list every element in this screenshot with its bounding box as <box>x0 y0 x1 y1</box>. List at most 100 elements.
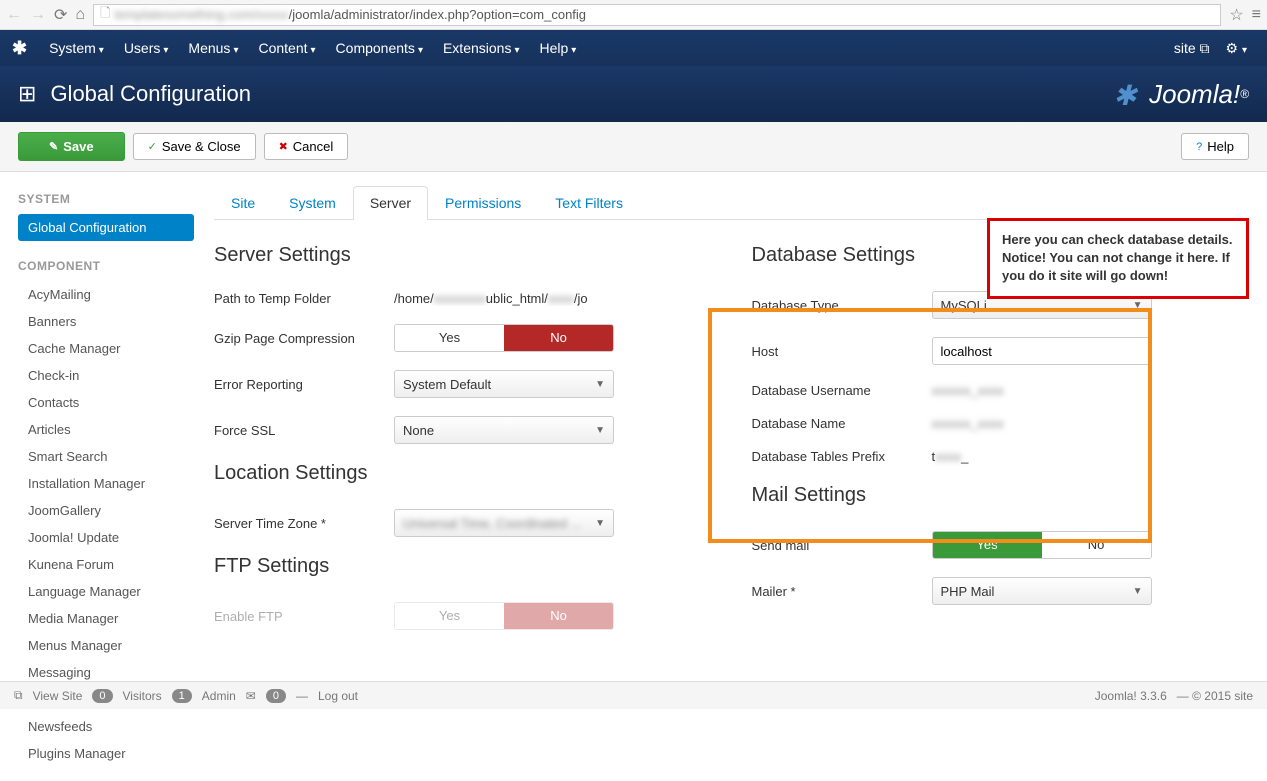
mail-icon[interactable]: ✉ <box>246 689 256 703</box>
sidebar-item[interactable]: Contacts <box>18 389 194 416</box>
status-bar: ⧉ View Site 0 Visitors 1 Admin ✉ 0 — Log… <box>0 681 1267 709</box>
page-header: ⊞ Global Configuration Joomla!® <box>0 66 1267 122</box>
sidebar-item[interactable]: Smart Search <box>18 443 194 470</box>
site-link[interactable]: site ⧉ <box>1166 40 1218 57</box>
config-tabs: Site System Server Permissions Text Filt… <box>214 186 1249 220</box>
check-icon: ✎ <box>49 140 58 153</box>
select-timezone[interactable]: Universal Time, Coordinated ...▼ <box>394 509 614 537</box>
menu-help[interactable]: Help▾ <box>529 40 586 56</box>
sidebar: SYSTEM Global Configuration COMPONENT Ac… <box>18 186 194 767</box>
help-button[interactable]: ?Help <box>1181 133 1249 160</box>
input-db-user[interactable]: xxxxxx_xxxx <box>932 383 1152 398</box>
sidebar-item[interactable]: Joomla! Update <box>18 524 194 551</box>
menu-icon[interactable]: ≡ <box>1252 6 1261 24</box>
menu-extensions[interactable]: Extensions▾ <box>433 40 530 56</box>
logout-link[interactable]: Log out <box>318 689 358 703</box>
toggle-yes[interactable]: Yes <box>933 532 1042 558</box>
left-column: Server Settings Path to Temp Folder /hom… <box>214 238 712 648</box>
reload-icon[interactable]: ⟳ <box>54 5 67 25</box>
input-db-host[interactable] <box>932 337 1152 365</box>
right-column: Database Settings Database Type MySQLi▼ … <box>752 238 1250 648</box>
url-bar[interactable]: 🗋 templatesomething.com/xxxxx /joomla/ad… <box>93 4 1221 26</box>
select-error-reporting[interactable]: System Default▼ <box>394 370 614 398</box>
label-db-prefix: Database Tables Prefix <box>752 449 932 464</box>
menu-content[interactable]: Content▾ <box>248 40 325 56</box>
label-db-host: Host <box>752 344 932 359</box>
chevron-down-icon: ▼ <box>1133 300 1143 311</box>
label-force-ssl: Force SSL <box>214 423 394 438</box>
toggle-yes[interactable]: Yes <box>395 603 504 629</box>
sidebar-item[interactable]: Banners <box>18 308 194 335</box>
toggle-no[interactable]: No <box>1042 532 1151 558</box>
view-site-link[interactable]: View Site <box>33 689 83 703</box>
sidebar-item[interactable]: Articles <box>18 416 194 443</box>
content-area: Site System Server Permissions Text Filt… <box>214 186 1249 767</box>
toggle-no[interactable]: No <box>504 325 613 351</box>
annotation-red-box: Here you can check database details. Not… <box>987 218 1249 299</box>
label-gzip: Gzip Page Compression <box>214 331 394 346</box>
heading-server-settings: Server Settings <box>214 244 712 267</box>
toggle-gzip[interactable]: Yes No <box>394 324 614 352</box>
back-icon[interactable]: ← <box>6 6 22 24</box>
label-send-mail: Send mail <box>752 538 932 553</box>
joomla-icon[interactable]: ✱ <box>12 38 27 59</box>
toggle-ftp[interactable]: Yes No <box>394 602 614 630</box>
menu-components[interactable]: Components▾ <box>326 40 433 56</box>
chevron-down-icon: ▼ <box>595 425 605 436</box>
message-count: 0 <box>266 689 286 703</box>
menu-system[interactable]: System▾ <box>39 40 114 56</box>
select-mailer[interactable]: PHP Mail▼ <box>932 577 1152 605</box>
admin-count: 1 <box>172 689 192 703</box>
sidebar-item[interactable]: Newsfeeds <box>18 713 194 740</box>
menu-users[interactable]: Users▾ <box>114 40 179 56</box>
heading-mail-settings: Mail Settings <box>752 484 1250 507</box>
sidebar-item[interactable]: Plugins Manager <box>18 740 194 767</box>
select-force-ssl[interactable]: None▼ <box>394 416 614 444</box>
sidebar-item[interactable]: Cache Manager <box>18 335 194 362</box>
sidebar-item-global-config[interactable]: Global Configuration <box>18 214 194 241</box>
label-db-user: Database Username <box>752 383 932 398</box>
sidebar-item[interactable]: Language Manager <box>18 578 194 605</box>
toggle-yes[interactable]: Yes <box>395 325 504 351</box>
visitors-count: 0 <box>92 689 112 703</box>
input-temp-folder[interactable]: /home/xxxxxxxxublic_html/xxxx/jo <box>394 291 614 306</box>
copyright-label: — © 2015 site <box>1177 689 1253 703</box>
menu-menus[interactable]: Menus▾ <box>178 40 248 56</box>
toggle-send-mail[interactable]: Yes No <box>932 531 1152 559</box>
label-timezone: Server Time Zone * <box>214 516 394 531</box>
cancel-button[interactable]: ✖Cancel <box>264 133 349 160</box>
sidebar-item[interactable]: Menus Manager <box>18 632 194 659</box>
chevron-down-icon: ▼ <box>1133 586 1143 597</box>
forward-icon[interactable]: → <box>30 6 46 24</box>
cancel-icon: ✖ <box>279 140 288 153</box>
gear-icon[interactable]: ⚙ ▾ <box>1218 40 1255 57</box>
input-db-name[interactable]: xxxxxx_xxxx <box>932 416 1152 431</box>
sidebar-item[interactable]: JoomGallery <box>18 497 194 524</box>
sidebar-item[interactable]: Kunena Forum <box>18 551 194 578</box>
browser-toolbar: ← → ⟳ ⌂ 🗋 templatesomething.com/xxxxx /j… <box>0 0 1267 30</box>
tab-text-filters[interactable]: Text Filters <box>538 186 640 219</box>
settings-icon: ⊞ <box>18 81 36 107</box>
save-close-button[interactable]: ✓Save & Close <box>133 133 256 160</box>
label-enable-ftp: Enable FTP <box>214 609 394 624</box>
toggle-no[interactable]: No <box>504 603 613 629</box>
tab-system[interactable]: System <box>272 186 353 219</box>
tab-server[interactable]: Server <box>353 186 428 220</box>
save-button[interactable]: ✎Save <box>18 132 125 161</box>
tab-permissions[interactable]: Permissions <box>428 186 538 219</box>
sidebar-item[interactable]: Check-in <box>18 362 194 389</box>
sidebar-heading-component: COMPONENT <box>18 259 194 273</box>
label-db-name: Database Name <box>752 416 932 431</box>
input-db-prefix[interactable]: txxxx_ <box>932 449 1152 464</box>
star-icon[interactable]: ☆ <box>1229 5 1243 25</box>
sidebar-item[interactable]: Media Manager <box>18 605 194 632</box>
sidebar-item[interactable]: Installation Manager <box>18 470 194 497</box>
help-icon: ? <box>1196 141 1202 153</box>
sidebar-heading-system: SYSTEM <box>18 192 194 206</box>
chevron-down-icon: ▼ <box>595 379 605 390</box>
tab-site[interactable]: Site <box>214 186 272 219</box>
home-icon[interactable]: ⌂ <box>75 6 85 24</box>
sidebar-item[interactable]: AcyMailing <box>18 281 194 308</box>
admin-menu: ✱ System▾ Users▾ Menus▾ Content▾ Compone… <box>0 30 1267 66</box>
chevron-down-icon: ▼ <box>595 518 605 529</box>
